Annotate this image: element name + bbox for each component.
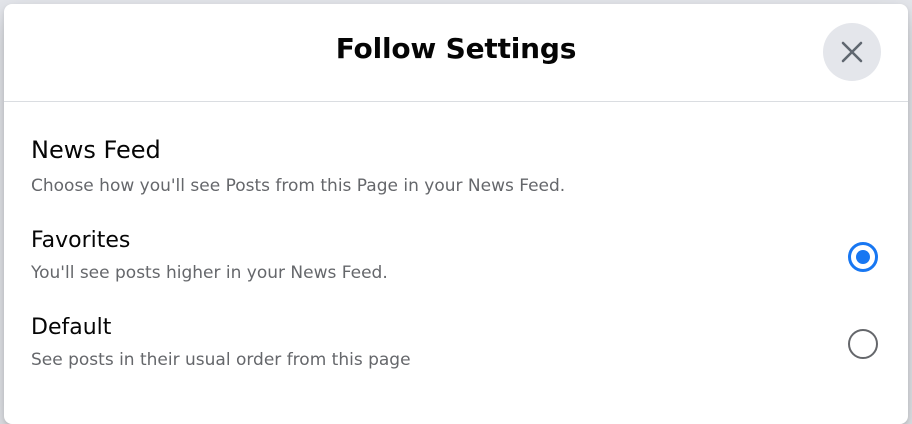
- close-button[interactable]: [823, 23, 881, 81]
- close-icon: [841, 41, 863, 63]
- radio-selected-dot: [856, 250, 870, 264]
- default-radio[interactable]: [848, 329, 878, 359]
- news-feed-heading: News Feed: [31, 136, 161, 164]
- dialog-header: Follow Settings: [4, 4, 908, 102]
- option-favorites[interactable]: Favorites You'll see posts higher in you…: [4, 228, 908, 308]
- option-favorites-label: Favorites: [31, 228, 131, 253]
- news-feed-description: Choose how you'll see Posts from this Pa…: [31, 176, 566, 196]
- favorites-radio[interactable]: [848, 242, 878, 272]
- option-default[interactable]: Default See posts in their usual order f…: [4, 315, 908, 395]
- dialog-title: Follow Settings: [335, 32, 577, 65]
- option-favorites-description: You'll see posts higher in your News Fee…: [31, 263, 388, 283]
- option-default-description: See posts in their usual order from this…: [31, 350, 411, 370]
- option-default-label: Default: [31, 315, 112, 340]
- follow-settings-dialog: Follow Settings News Feed Choose how you…: [4, 4, 908, 424]
